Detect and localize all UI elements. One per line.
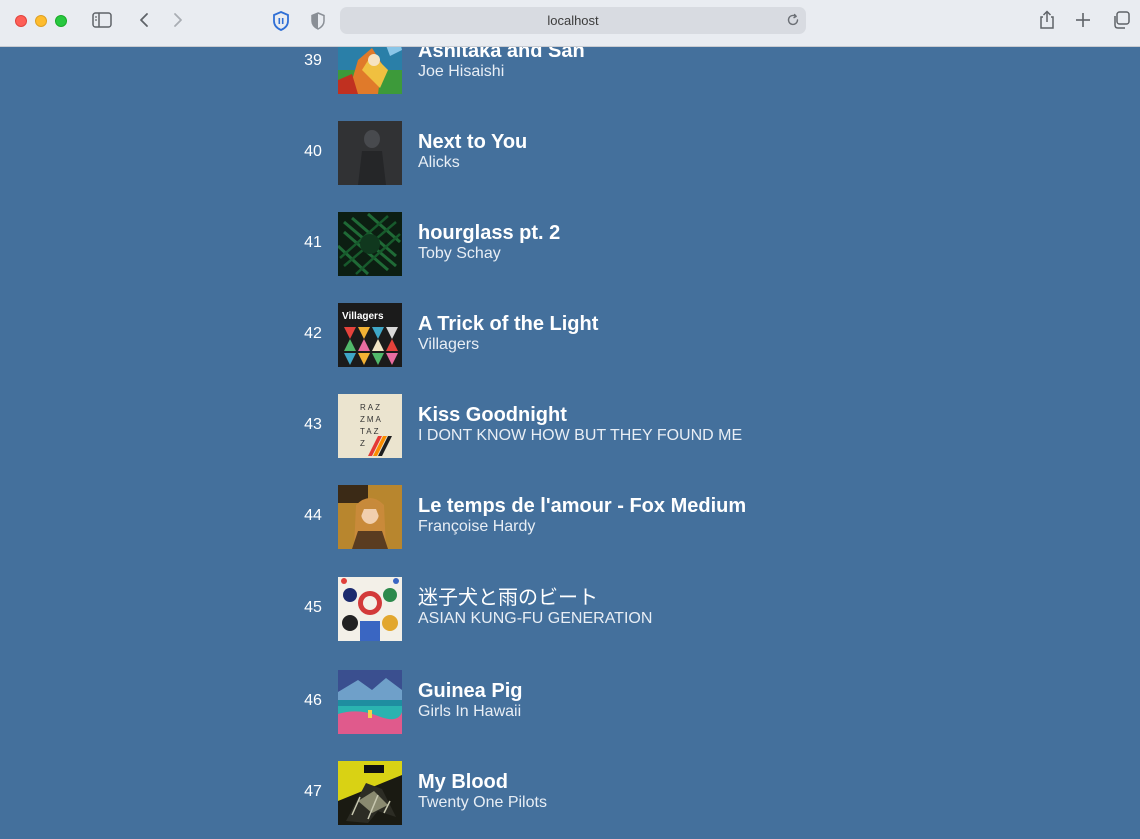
- track-rank: 46: [304, 692, 322, 709]
- track-artist[interactable]: Françoise Hardy: [418, 517, 746, 537]
- tab-overview-icon[interactable]: [1112, 11, 1130, 29]
- track-list: 39 Ashitaka and San Joe Hisaishi 40 Next…: [0, 0, 1140, 839]
- track-title[interactable]: hourglass pt. 2: [418, 222, 560, 244]
- track-artist[interactable]: Joe Hisaishi: [418, 62, 585, 82]
- album-cover: [338, 212, 402, 276]
- track-row[interactable]: 47 My Blood Twenty One Pilots: [0, 761, 1140, 825]
- track-info: hourglass pt. 2 Toby Schay: [418, 222, 560, 264]
- track-row[interactable]: 46 Guinea Pig Girls In Hawaii: [0, 670, 1140, 734]
- track-row[interactable]: 42 Villagers A Trick of the Light Villag…: [0, 303, 1140, 367]
- track-title[interactable]: Guinea Pig: [418, 680, 522, 702]
- album-cover: RAZ ZMA TAZ Z: [338, 394, 402, 458]
- reload-icon[interactable]: [786, 13, 800, 32]
- track-artist[interactable]: Girls In Hawaii: [418, 702, 522, 722]
- cover-text: Z: [360, 439, 367, 448]
- zoom-window-button[interactable]: [55, 15, 67, 27]
- track-artist[interactable]: I DONT KNOW HOW BUT THEY FOUND ME: [418, 426, 742, 446]
- track-artist[interactable]: Twenty One Pilots: [418, 793, 547, 813]
- track-info: 迷子犬と雨のビート ASIAN KUNG-FU GENERATION: [418, 587, 652, 629]
- track-info: Next to You Alicks: [418, 131, 527, 173]
- track-artist[interactable]: Alicks: [418, 153, 527, 173]
- track-info: Guinea Pig Girls In Hawaii: [418, 680, 522, 722]
- track-title[interactable]: 迷子犬と雨のビート: [418, 587, 652, 609]
- track-rank: 40: [304, 143, 322, 160]
- track-info: My Blood Twenty One Pilots: [418, 771, 547, 813]
- track-row[interactable]: 43 RAZ ZMA TAZ Z Kiss Goodnight I DONT K…: [0, 394, 1140, 458]
- album-cover: [338, 121, 402, 185]
- track-row[interactable]: 44 Le temps de l'amour - Fox Medium Fran…: [0, 485, 1140, 549]
- album-cover: Villagers: [338, 303, 402, 367]
- track-title[interactable]: Next to You: [418, 131, 527, 153]
- track-rank: 42: [304, 325, 322, 342]
- track-artist[interactable]: ASIAN KUNG-FU GENERATION: [418, 609, 652, 629]
- track-rank: 45: [304, 599, 322, 616]
- track-artist[interactable]: Toby Schay: [418, 244, 560, 264]
- track-artist[interactable]: Villagers: [418, 335, 598, 355]
- privacy-shield-icon[interactable]: [310, 12, 326, 30]
- share-icon[interactable]: [1038, 10, 1056, 30]
- track-title[interactable]: Le temps de l'amour - Fox Medium: [418, 495, 746, 517]
- address-bar[interactable]: localhost: [340, 7, 806, 34]
- cover-text: Villagers: [342, 311, 384, 322]
- album-cover: [338, 761, 402, 825]
- browser-toolbar: localhost: [0, 0, 1140, 47]
- track-title[interactable]: My Blood: [418, 771, 547, 793]
- album-cover: [338, 485, 402, 549]
- track-row[interactable]: 45 迷子犬と雨のビート ASIAN KUNG-FU GENERATION: [0, 577, 1140, 641]
- track-rank: 44: [304, 507, 322, 524]
- album-cover: [338, 577, 402, 641]
- forward-icon[interactable]: [172, 12, 184, 28]
- new-tab-icon[interactable]: [1075, 12, 1091, 28]
- url-text: localhost: [547, 13, 599, 28]
- close-window-button[interactable]: [15, 15, 27, 27]
- track-info: Kiss Goodnight I DONT KNOW HOW BUT THEY …: [418, 404, 742, 446]
- track-title[interactable]: A Trick of the Light: [418, 313, 598, 335]
- cover-text: RAZ: [360, 403, 382, 412]
- track-title[interactable]: Kiss Goodnight: [418, 404, 742, 426]
- cover-text: ZMA: [360, 415, 383, 424]
- cover-text: TAZ: [360, 427, 381, 436]
- track-rank: 39: [304, 52, 322, 69]
- track-row[interactable]: 41 hourglass pt. 2 Toby Schay: [0, 212, 1140, 276]
- track-info: A Trick of the Light Villagers: [418, 313, 598, 355]
- minimize-window-button[interactable]: [35, 15, 47, 27]
- album-cover: [338, 670, 402, 734]
- extension-shield-icon[interactable]: [272, 11, 290, 31]
- track-rank: 47: [304, 783, 322, 800]
- track-row[interactable]: 40 Next to You Alicks: [0, 121, 1140, 185]
- track-rank: 41: [304, 234, 322, 251]
- back-icon[interactable]: [138, 12, 150, 28]
- track-info: Le temps de l'amour - Fox Medium Françoi…: [418, 495, 746, 537]
- sidebar-toggle-icon[interactable]: [92, 12, 112, 28]
- track-rank: 43: [304, 416, 322, 433]
